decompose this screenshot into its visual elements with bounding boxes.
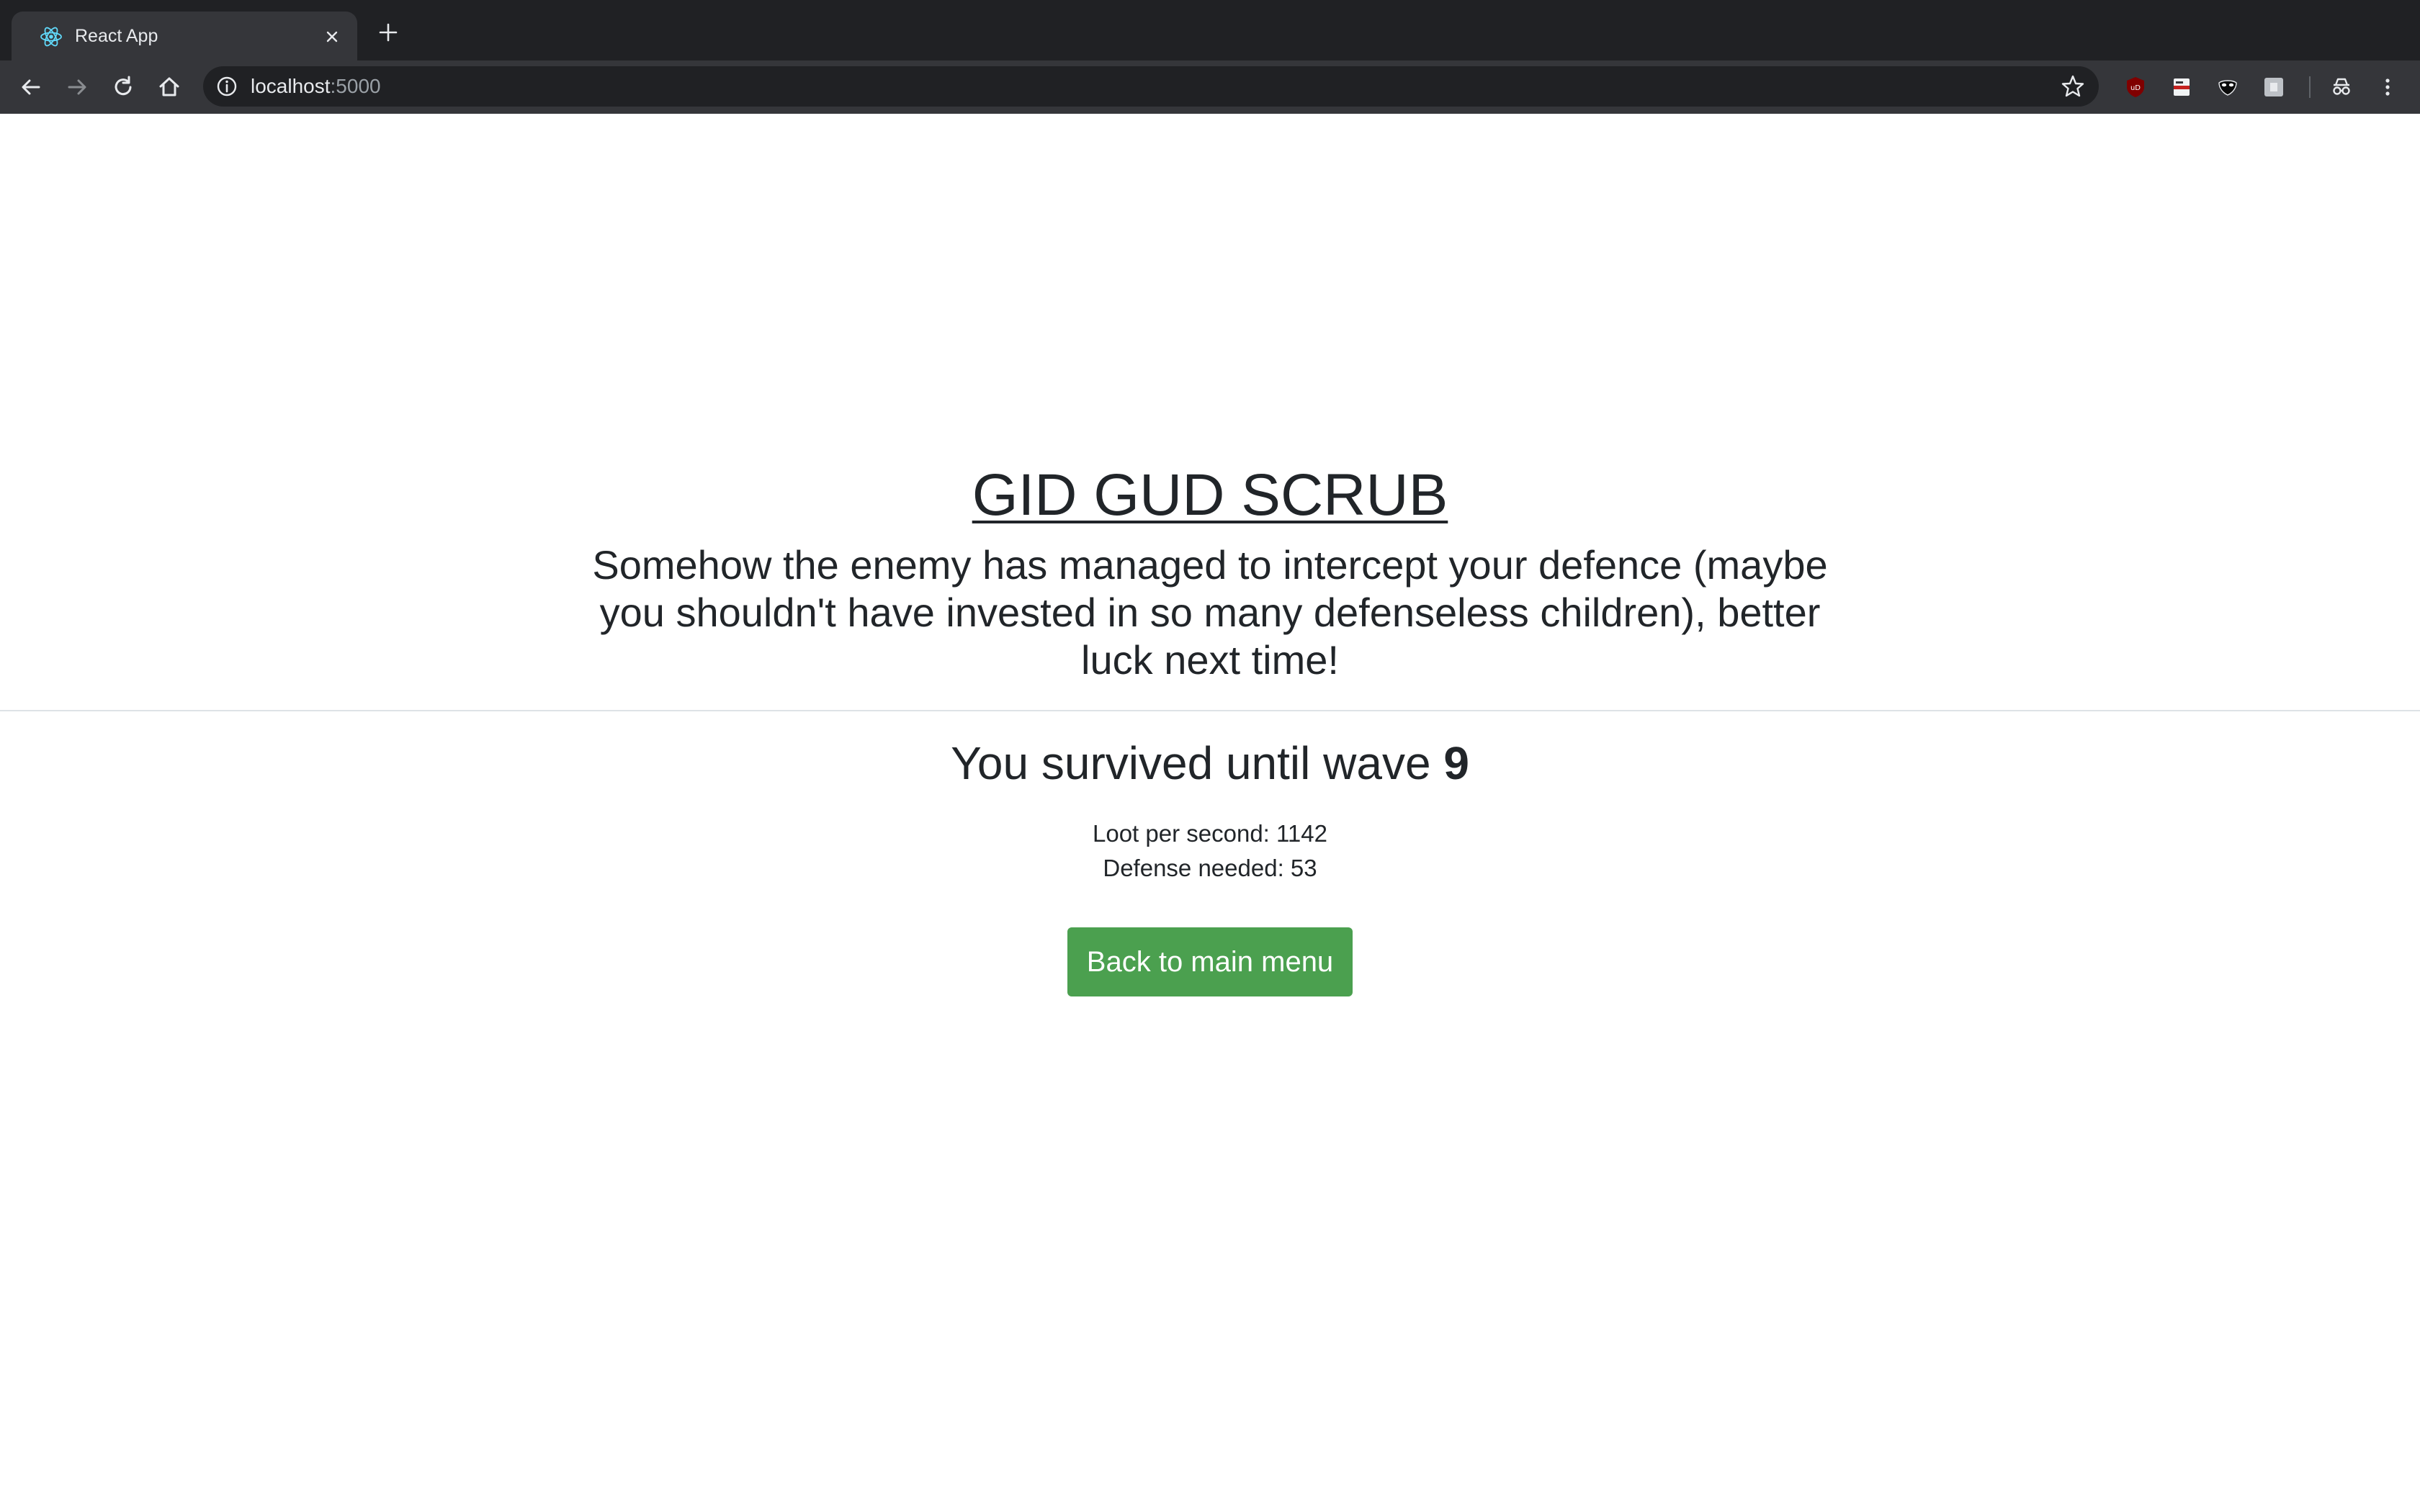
ublock-icon[interactable]: uD [2123,75,2148,99]
page-content: GID GUD SCRUB Somehow the enemy has mana… [0,114,2420,1512]
loot-per-second: Loot per second: 1142 [1093,820,1327,847]
home-icon[interactable] [156,73,183,101]
tab-strip: React App [0,0,2420,60]
wave-result: You survived until wave 9 [0,734,2420,792]
wave-number: 9 [1443,737,1469,789]
url-text: localhost:5000 [251,73,381,99]
divider [0,710,2420,711]
url-port: :5000 [330,75,381,97]
browser-toolbar: localhost:5000 uD [0,60,2420,114]
tab-title: React App [75,26,158,46]
mask-icon[interactable] [2215,75,2240,99]
browser-chrome: React App localhost:5000 uD [0,0,2420,114]
close-icon[interactable] [320,24,344,49]
puzzle-icon[interactable] [2262,75,2286,99]
back-to-main-menu-button[interactable]: Back to main menu [1067,927,1353,996]
arrow-left-icon[interactable] [17,73,45,101]
defense-needed: Defense needed: 53 [1103,855,1317,881]
info-icon[interactable] [215,74,239,99]
browser-tab-active[interactable]: React App [12,12,357,60]
wave-prefix: You survived until wave [951,737,1431,789]
page-title: GID GUD SCRUB [972,462,1448,528]
react-logo-icon [40,27,62,47]
extension-icon[interactable] [2169,75,2194,99]
toolbar-separator [2309,76,2311,98]
svg-text:uD: uD [2130,84,2141,92]
arrow-right-icon[interactable] [63,73,91,101]
kebab-menu-icon[interactable] [2375,75,2400,99]
reload-icon[interactable] [109,73,137,101]
star-icon[interactable] [2060,73,2086,99]
game-over-message: Somehow the enemy has managed to interce… [592,542,1828,683]
incognito-icon[interactable] [2329,75,2354,99]
address-bar[interactable]: localhost:5000 [203,66,2099,107]
plus-icon[interactable] [376,20,400,45]
url-host: localhost [251,75,331,97]
